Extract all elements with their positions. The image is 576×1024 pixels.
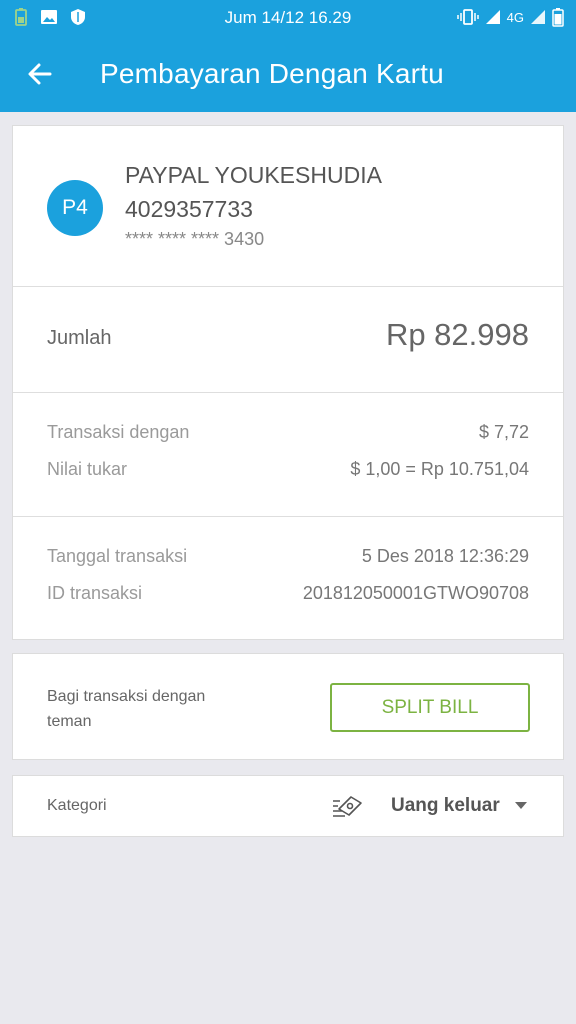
account-name: PAYPAL YOUKESHUDIA (125, 162, 382, 188)
signal-icon (531, 10, 545, 24)
page-title: Pembayaran Dengan Kartu (100, 58, 444, 89)
transaction-currency-label: Transaksi dengan (47, 422, 190, 442)
exchange-rate-value: $ 1,00 = Rp 10.751,04 (350, 459, 529, 479)
split-bill-card: Bagi transaksi dengan teman SPLIT BILL (12, 653, 564, 760)
chevron-down-icon[interactable] (515, 802, 527, 809)
signal-icon (485, 10, 500, 24)
status-right-icons: 4G (456, 7, 564, 27)
avatar: P4 (47, 180, 103, 236)
account-section: P4 PAYPAL YOUKESHUDIA 4029357733 **** **… (13, 126, 563, 287)
category-value[interactable]: Uang keluar (391, 795, 500, 817)
transaction-id-value: 201812050001GTWO90708 (302, 583, 529, 603)
transaction-info-section: Tanggal transaksi 5 Des 2018 12:36:29 ID… (13, 517, 563, 641)
split-bill-button[interactable]: SPLIT BILL (330, 683, 530, 732)
split-bill-description: Bagi transaksi dengan teman (47, 688, 206, 730)
payment-detail-card: P4 PAYPAL YOUKESHUDIA 4029357733 **** **… (12, 125, 564, 640)
card-number-masked: **** **** **** 3430 (125, 229, 265, 249)
app-bar: Pembayaran Dengan Kartu (0, 36, 576, 112)
amount-section: Jumlah Rp 82.998 (13, 287, 563, 393)
network-type: 4G (506, 9, 524, 25)
category-label: Kategori (47, 797, 107, 814)
exchange-rate-label: Nilai tukar (47, 459, 128, 479)
money-out-icon (333, 796, 362, 817)
status-bar: Jum 14/12 16.29 4G (0, 0, 576, 36)
back-button[interactable] (22, 56, 58, 92)
battery-icon (552, 8, 564, 27)
transaction-date-value: 5 Des 2018 12:36:29 (361, 546, 529, 566)
exchange-section: Transaksi dengan $ 7,72 Nilai tukar $ 1,… (13, 393, 563, 517)
arrow-left-icon (28, 63, 52, 85)
account-number: 4029357733 (125, 196, 253, 222)
transaction-date-label: Tanggal transaksi (47, 546, 188, 566)
amount-label: Jumlah (47, 327, 112, 349)
category-card[interactable]: Kategori Uang keluar (12, 775, 564, 837)
transaction-currency-value: $ 7,72 (478, 422, 529, 442)
amount-value: Rp 82.998 (385, 317, 529, 352)
transaction-id-label: ID transaksi (47, 583, 143, 603)
vibrate-icon (456, 9, 479, 25)
